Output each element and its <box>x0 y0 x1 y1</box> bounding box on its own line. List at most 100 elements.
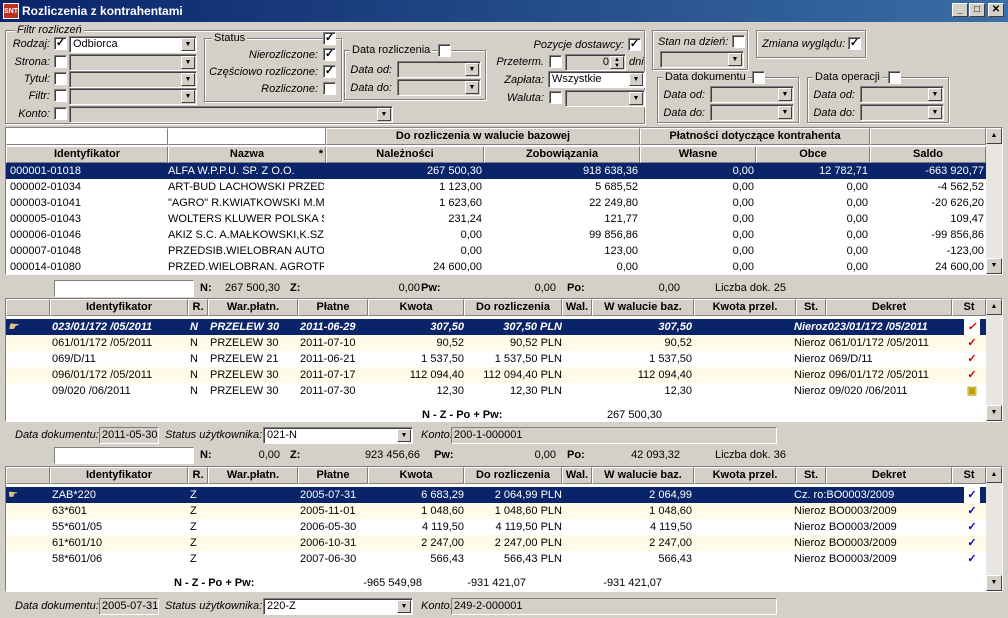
close-button[interactable]: ✕ <box>988 3 1004 17</box>
table-row[interactable]: 000002-01034 ART-BUD LACHOWSKI PRZEDS 1 12… <box>6 179 986 195</box>
table-row[interactable]: 55*601/05 Z 2006-05-30 4 119,50 4 119,50 PLN… <box>6 519 986 535</box>
rodzaj-checkbox[interactable]: ✓ <box>54 37 67 50</box>
minimize-button[interactable]: _ <box>952 3 968 17</box>
stan-checkbox[interactable] <box>732 35 745 48</box>
table-row[interactable]: 000003-01041 "AGRO" R.KWIATKOWSKI M.MA 1 6… <box>6 195 986 211</box>
column-header-wlasne[interactable]: Własne <box>640 146 756 163</box>
column-header[interactable]: W walucie baz. <box>592 467 694 484</box>
table-row[interactable]: 63*601 Z 2005-11-01 1 048,60 1 048,60 PLN 1 0… <box>6 503 986 519</box>
column-header[interactable]: Wal. <box>562 467 592 484</box>
spin-icon[interactable]: ▲ ▼ <box>610 56 624 69</box>
strona-select[interactable]: ▼ <box>69 54 197 71</box>
tytul-select[interactable]: ▼ <box>69 71 197 88</box>
waluta-checkbox[interactable] <box>549 91 562 104</box>
table-row[interactable]: 000001-01018 ALFA W.P.P.U. SP. Z O.O. 267 … <box>6 163 986 179</box>
header-filter-cell[interactable] <box>6 128 168 145</box>
chevron-down-icon[interactable]: ▼ <box>728 53 742 66</box>
table-row[interactable]: 61*601/10 Z 2006-10-31 2 247,00 2 247,00 PLN… <box>6 535 986 551</box>
chevron-down-icon[interactable]: ▼ <box>928 106 942 119</box>
dni-stepper[interactable]: 0 ▲ ▼ <box>565 54 626 71</box>
folder-icon[interactable]: ▣ <box>964 383 980 399</box>
waluta-select[interactable]: ▼ <box>565 90 645 107</box>
table-row[interactable]: 000007-01048 PRZEDSIB.WIELOBRAN AUTO-E 0,0… <box>6 243 986 259</box>
column-header[interactable]: St <box>952 467 986 484</box>
table-row[interactable]: 000005-01043 WOLTERS KLUWER POLSKA SP 231,… <box>6 211 986 227</box>
column-header[interactable]: Do rozliczenia <box>464 299 562 316</box>
scroll-up-icon[interactable]: ▲ <box>986 299 1002 315</box>
column-header[interactable]: Kwota <box>368 299 464 316</box>
column-header[interactable]: Płatne <box>298 467 368 484</box>
data-dok-od-input[interactable]: ▼ <box>710 86 794 103</box>
table-row[interactable]: 000014-01080 PRZED.WIELOBRAN. AGROTRA 24 6… <box>6 259 986 274</box>
scroll-up-icon[interactable]: ▲ <box>986 467 1002 483</box>
status-checkbox[interactable]: ✓ <box>323 32 336 45</box>
chevron-down-icon[interactable]: ▼ <box>181 90 195 103</box>
status-uzytkownika-select[interactable]: 220-Z ▼ <box>263 598 413 615</box>
column-header[interactable]: Wal. <box>562 299 592 316</box>
table-row[interactable]: 069/D/11 N PRZELEW 21 2011-06-21 1 537,50 1 5… <box>6 351 986 367</box>
maximize-button[interactable]: □ <box>969 3 985 17</box>
filtr-checkbox[interactable] <box>54 89 67 102</box>
vertical-scrollbar[interactable]: ▲ ▼ <box>986 467 1002 591</box>
column-header-naleznosci[interactable]: Należności <box>326 146 484 163</box>
filtr-select[interactable]: ▼ <box>69 88 197 105</box>
chevron-down-icon[interactable]: ▼ <box>181 38 195 51</box>
column-header[interactable]: St <box>952 299 986 316</box>
column-header[interactable]: St. <box>796 299 826 316</box>
check-icon[interactable]: ✓ <box>964 351 980 367</box>
stan-date-input[interactable]: ▼ <box>660 51 744 68</box>
check-icon[interactable]: ✓ <box>964 535 980 551</box>
zobowiazania-table[interactable]: Identyfikator R. War.płatn. Płatne Kwota Do r… <box>5 466 1003 592</box>
title-bar[interactable]: SNT Rozliczenia z kontrahentami _ □ ✕ <box>0 0 1008 22</box>
column-header[interactable]: Dekret <box>826 467 952 484</box>
table-row[interactable]: 58*601/06 Z 2007-06-30 566,43 566,43 PLN 566,… <box>6 551 986 567</box>
data-op-do-input[interactable]: ▼ <box>860 104 944 121</box>
przeterm-checkbox[interactable] <box>549 55 562 68</box>
table-row[interactable]: ☛ ZAB*220 Z 2005-07-31 6 683,29 2 064,99 PLN 2… <box>6 487 986 503</box>
data-dokumentu-checkbox[interactable] <box>752 71 765 84</box>
column-header[interactable]: War.płatn. <box>208 467 298 484</box>
column-header[interactable]: St. <box>796 467 826 484</box>
chevron-down-icon[interactable]: ▼ <box>465 81 479 94</box>
chevron-down-icon[interactable]: ▼ <box>629 73 643 86</box>
rodzaj-select[interactable]: Odbiorca ▼ <box>69 36 197 53</box>
chevron-down-icon[interactable]: ▼ <box>397 600 411 613</box>
column-header-saldo[interactable]: Saldo <box>870 146 986 163</box>
czesciowo-checkbox[interactable]: ✓ <box>323 65 336 78</box>
data-rozliczenia-checkbox[interactable] <box>438 44 451 57</box>
scroll-down-icon[interactable]: ▼ <box>986 575 1002 591</box>
pozycje-checkbox[interactable]: ✓ <box>628 38 641 51</box>
header-filter-cell[interactable] <box>168 128 326 145</box>
scroll-down-icon[interactable]: ▼ <box>986 258 1002 274</box>
column-header[interactable]: R. <box>188 467 208 484</box>
data-dok-do-input[interactable]: ▼ <box>710 104 794 121</box>
chevron-down-icon[interactable]: ▼ <box>778 106 792 119</box>
chevron-down-icon[interactable]: ▼ <box>629 92 643 105</box>
table-row[interactable]: 09/020 /06/2011 N PRZELEW 30 2011-07-30 12,3… <box>6 383 986 399</box>
check-icon[interactable]: ✓ <box>964 367 980 383</box>
chevron-down-icon[interactable]: ▼ <box>928 88 942 101</box>
table-row[interactable]: 096/01/172 /05/2011 N PRZELEW 30 2011-07-17… <box>6 367 986 383</box>
check-icon[interactable]: ✓ <box>964 319 980 335</box>
column-header-identyfikator[interactable]: Identyfikator <box>6 146 168 163</box>
table-row[interactable]: ☛ 023/01/172 /05/2011 N PRZELEW 30 2011-06-2… <box>6 319 986 335</box>
konto-checkbox[interactable] <box>54 107 67 120</box>
konto-select[interactable]: ▼ <box>69 106 393 123</box>
column-header-zobowiazania[interactable]: Zobowiązania <box>484 146 640 163</box>
column-header[interactable]: Dekret <box>826 299 952 316</box>
column-header[interactable]: Kwota <box>368 467 464 484</box>
kontrahenci-table[interactable]: Do rozliczenia w walucie bazowej Płatnoś… <box>5 127 1003 275</box>
chevron-down-icon[interactable]: ▼ <box>181 73 195 86</box>
column-header[interactable]: Płatne <box>298 299 368 316</box>
vertical-scrollbar[interactable]: ▲ ▼ <box>986 128 1002 274</box>
check-icon[interactable]: ✓ <box>964 519 980 535</box>
check-icon[interactable]: ✓ <box>964 551 980 567</box>
scroll-down-icon[interactable]: ▼ <box>986 405 1002 421</box>
check-icon[interactable]: ✓ <box>964 487 980 503</box>
scroll-up-icon[interactable]: ▲ <box>986 128 1002 144</box>
nierozliczone-checkbox[interactable]: ✓ <box>323 48 336 61</box>
column-header-nazwa[interactable]: Nazwa * <box>168 146 326 163</box>
data-operacji-checkbox[interactable] <box>888 71 901 84</box>
chevron-down-icon[interactable]: ▼ <box>377 108 391 121</box>
column-header[interactable]: W walucie baz. <box>592 299 694 316</box>
